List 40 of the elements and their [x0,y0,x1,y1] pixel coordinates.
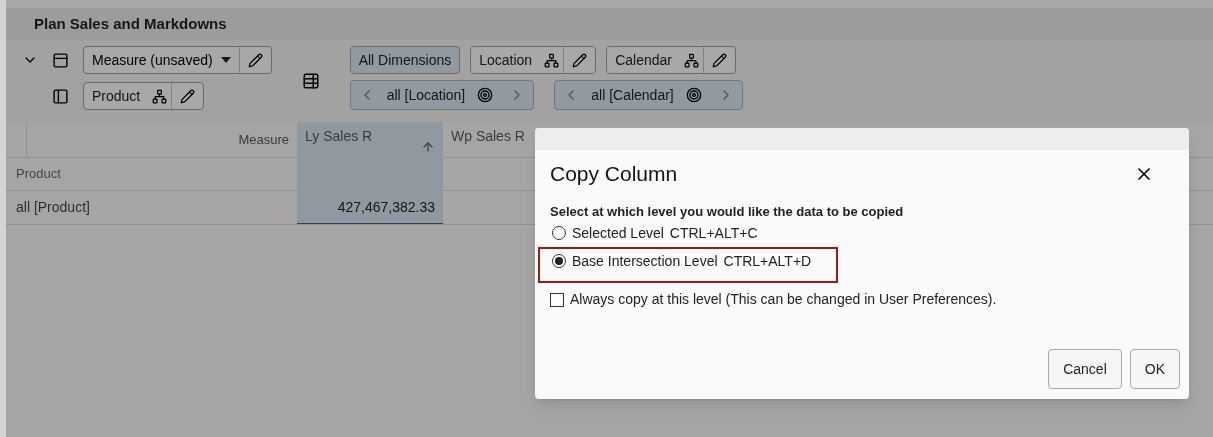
member-label[interactable]: all [Location] [382,84,470,106]
dropdown-caret-icon [220,57,231,63]
column-header[interactable]: Ly Sales R [297,122,443,192]
column-layout-icon[interactable] [52,87,69,105]
row-header-label: Product [15,165,62,184]
dimension-label[interactable]: Location [471,49,541,71]
dialog-prompt: Select at which level you would like the data to be copied [550,202,905,221]
member-label[interactable]: all [Calendar] [587,84,678,106]
table-link-icon[interactable] [301,72,320,90]
edit-icon[interactable] [572,52,588,68]
row-layout-icon[interactable] [52,51,69,69]
edit-icon[interactable] [180,88,196,104]
edit-icon[interactable] [712,52,727,68]
target-icon[interactable] [685,87,702,103]
dimension-button[interactable]: Location [470,46,597,74]
table-cell: 427,467,382.33 [297,191,443,224]
radio-button[interactable] [552,254,566,268]
radio-button[interactable] [552,226,566,240]
dialog-button[interactable]: OK [1129,349,1180,389]
page-title: Plan Sales and Markdowns [34,13,227,34]
dimension-label[interactable]: Calendar [607,49,680,71]
shortcut-label: CTRL+ALT+C [669,223,758,243]
dimension-button[interactable]: Calendar [606,46,736,74]
radio-label[interactable]: Base Intersection Level [572,250,718,272]
dialog-button[interactable]: Cancel [1048,349,1122,389]
row-label[interactable]: all [Product] [6,191,297,224]
dimension-label[interactable]: Product [84,85,149,107]
checkbox[interactable] [550,292,564,307]
hierarchy-icon[interactable] [544,52,560,68]
target-icon[interactable] [477,87,494,103]
hierarchy-icon[interactable] [152,88,168,104]
shortcut-label: CTRL+ALT+D [723,251,812,271]
measure-dropdown[interactable]: Measure (unsaved) [83,46,272,74]
checkbox-label[interactable]: Always copy at this level (This can be changed in User Preferences). [570,289,997,310]
dialog-title: Copy Column [550,161,678,187]
sort-icon[interactable] [421,140,435,154]
radio-label[interactable]: Selected Level [572,222,664,244]
hierarchy-icon[interactable] [684,52,699,68]
edit-icon[interactable] [247,52,263,68]
dimension-button[interactable]: Product [83,82,205,110]
